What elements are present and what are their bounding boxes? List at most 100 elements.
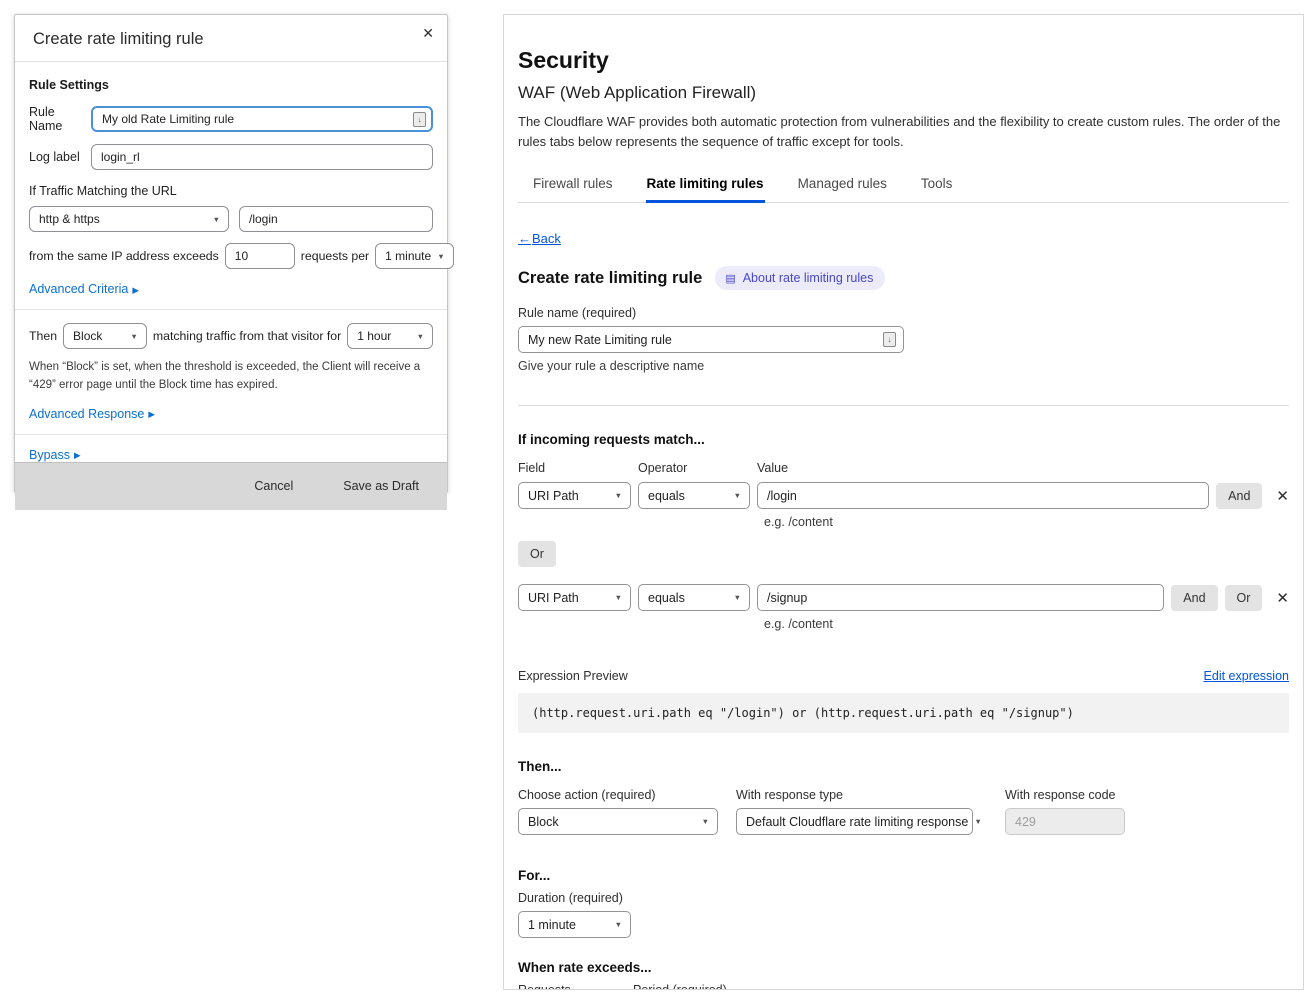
response-type-select[interactable]: Default Cloudflare rate limiting respons…	[736, 808, 973, 835]
advanced-criteria-label: Advanced Criteria	[29, 282, 128, 296]
or-connector-button[interactable]: Or	[518, 541, 556, 567]
url-input[interactable]	[239, 206, 433, 232]
caret-down-icon: ▼	[213, 215, 220, 224]
security-waf-panel: Security WAF (Web Application Firewall) …	[503, 14, 1304, 990]
duration-value: 1 minute	[528, 918, 576, 932]
choose-action-value: Block	[528, 815, 559, 829]
advanced-response-link[interactable]: Advanced Response ▶	[29, 407, 155, 421]
caret-down-icon: ▼	[974, 817, 981, 826]
operator-select[interactable]: equals ▼	[638, 584, 750, 611]
match-heading: If incoming requests match...	[518, 432, 1289, 447]
threshold-row: from the same IP address exceeds request…	[29, 243, 433, 269]
action-select[interactable]: Block ▼	[63, 323, 147, 349]
response-code-column: With response code	[1005, 774, 1125, 835]
field-select-value: URI Path	[528, 489, 579, 503]
period-select-value: 1 minute	[385, 249, 431, 263]
autofill-icon[interactable]: ↓	[413, 112, 426, 127]
waf-tabs: Firewall rules Rate limiting rules Manag…	[518, 167, 1289, 203]
operator-select[interactable]: equals ▼	[638, 482, 750, 509]
value-helper: e.g. /content	[764, 515, 1289, 529]
response-type-column: With response type Default Cloudflare ra…	[736, 774, 973, 835]
caret-down-icon: ▼	[417, 332, 424, 341]
section-divider	[518, 405, 1289, 406]
back-arrow-icon: ←	[518, 231, 531, 246]
caret-down-icon: ▼	[437, 252, 444, 261]
for-heading: For...	[518, 868, 1289, 883]
bypass-label: Bypass	[29, 448, 70, 462]
disclosure-right-icon: ▶	[74, 450, 81, 461]
caret-down-icon: ▼	[615, 920, 622, 929]
divider	[15, 434, 447, 435]
create-rate-limiting-rule-dialog: Create rate limiting rule ✕ Rule Setting…	[14, 14, 448, 493]
or-button[interactable]: Or	[1225, 585, 1263, 611]
caret-down-icon: ▼	[702, 817, 709, 826]
rule-name-input-wrap: ↓	[91, 106, 433, 132]
choose-action-select[interactable]: Block ▼	[518, 808, 718, 835]
page-title: Security	[518, 47, 1289, 74]
requests-label: Requests (required)	[518, 983, 621, 990]
action-select-value: Block	[73, 329, 102, 343]
form-title-row: Create rate limiting rule ▤ About rate l…	[518, 266, 1289, 290]
about-rate-limiting-badge[interactable]: ▤ About rate limiting rules	[715, 266, 885, 290]
response-type-value: Default Cloudflare rate limiting respons…	[746, 815, 968, 829]
tab-managed-rules[interactable]: Managed rules	[797, 167, 888, 203]
divider	[15, 309, 447, 310]
rule-settings-heading: Rule Settings	[29, 78, 433, 92]
save-draft-button[interactable]: Save as Draft	[337, 478, 425, 494]
log-label-input[interactable]	[91, 144, 433, 170]
action-column: Choose action (required) Block ▼	[518, 774, 718, 835]
tab-firewall-rules[interactable]: Firewall rules	[532, 167, 614, 203]
tab-tools[interactable]: Tools	[920, 167, 954, 203]
doc-icon: ▤	[725, 272, 735, 285]
edit-expression-link[interactable]: Edit expression	[1204, 669, 1289, 683]
then-row: Then Block ▼ matching traffic from that …	[29, 323, 433, 349]
caret-down-icon: ▼	[130, 332, 137, 341]
threshold-prefix-text: from the same IP address exceeds	[29, 249, 219, 263]
remove-condition-icon[interactable]: ✕	[1276, 589, 1289, 607]
rule-name-input[interactable]	[518, 326, 904, 353]
field-select[interactable]: URI Path ▼	[518, 482, 631, 509]
scheme-select[interactable]: http & https ▼	[29, 206, 229, 232]
autofill-icon[interactable]: ↓	[883, 332, 896, 347]
advanced-criteria-link[interactable]: Advanced Criteria ▶	[29, 282, 139, 296]
log-label-label: Log label	[29, 150, 91, 164]
caret-down-icon: ▼	[615, 491, 622, 500]
and-button[interactable]: And	[1216, 483, 1262, 509]
advanced-response-label: Advanced Response	[29, 407, 144, 421]
tab-rate-limiting-rules[interactable]: Rate limiting rules	[646, 167, 765, 203]
cancel-button[interactable]: Cancel	[248, 478, 299, 494]
value-input[interactable]	[757, 482, 1209, 509]
period-select[interactable]: 1 minute ▼	[375, 243, 453, 269]
caret-down-icon: ▼	[615, 593, 622, 602]
value-input[interactable]	[757, 584, 1164, 611]
about-badge-label: About rate limiting rules	[743, 271, 874, 285]
field-select[interactable]: URI Path ▼	[518, 584, 631, 611]
operator-column-label: Operator	[638, 461, 750, 475]
block-duration-select[interactable]: 1 hour ▼	[347, 323, 433, 349]
remove-condition-icon[interactable]: ✕	[1276, 487, 1289, 505]
rule-name-input-wrap: ↓	[518, 326, 904, 353]
operator-select-value: equals	[648, 489, 685, 503]
block-note-text: When “Block” is set, when the threshold …	[29, 359, 433, 395]
block-duration-value: 1 hour	[357, 329, 391, 343]
close-icon[interactable]: ✕	[422, 25, 434, 42]
duration-select[interactable]: 1 minute ▼	[518, 911, 631, 938]
dialog-header: Create rate limiting rule ✕	[15, 15, 447, 62]
requests-input[interactable]	[225, 243, 295, 269]
expression-preview-label: Expression Preview	[518, 669, 628, 683]
then-columns: Choose action (required) Block ▼ With re…	[518, 774, 1289, 835]
back-label: Back	[532, 231, 561, 246]
operator-select-value: equals	[648, 591, 685, 605]
rate-heading: When rate exceeds...	[518, 960, 1289, 975]
duration-label: Duration (required)	[518, 891, 1289, 905]
and-button[interactable]: And	[1171, 585, 1217, 611]
rule-name-row: Rule Name ↓	[29, 105, 433, 133]
rule-name-helper: Give your rule a descriptive name	[518, 359, 1289, 373]
back-link[interactable]: ←Back	[518, 231, 561, 246]
url-match-row: http & https ▼	[29, 206, 433, 232]
caret-down-icon: ▼	[734, 593, 741, 602]
bypass-link[interactable]: Bypass ▶	[29, 448, 81, 462]
expression-code: (http.request.uri.path eq "/login") or (…	[518, 693, 1289, 733]
condition-row: URI Path ▼ equals ▼ And ✕	[518, 482, 1289, 509]
rule-name-input[interactable]	[91, 106, 433, 132]
